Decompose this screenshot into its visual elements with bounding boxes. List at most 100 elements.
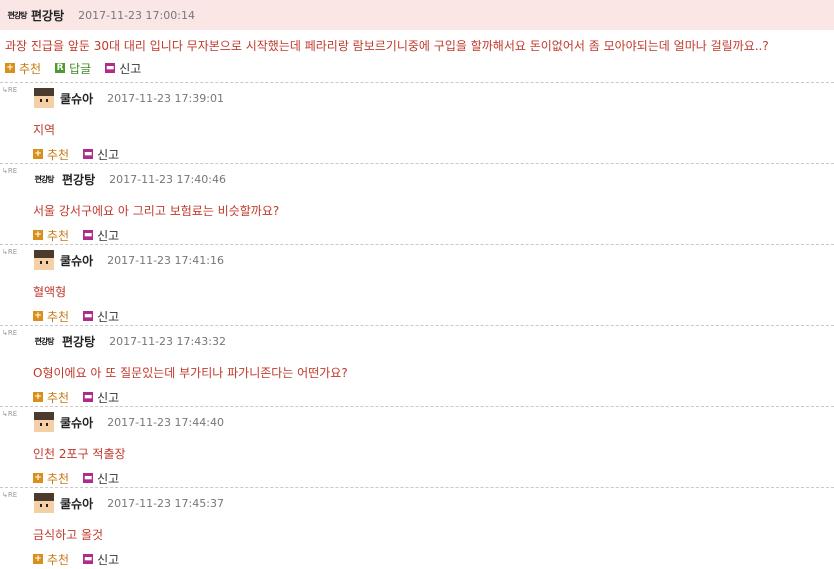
report-label: 신고 <box>97 228 120 243</box>
recommend-button[interactable]: + 추천 <box>33 389 69 406</box>
comment-time: 2017-11-23 17:41:16 <box>107 253 224 267</box>
comment-header: ↳RE 쿨슈아 2017-11-23 17:39:01 <box>0 86 834 110</box>
comment-author[interactable]: 쿨슈아 <box>60 495 93 512</box>
report-icon: ▬ <box>105 62 116 73</box>
author-logo-icon: 편강탕 <box>7 9 27 20</box>
comment-header: ↳RE 쿨슈아 2017-11-23 17:41:16 <box>0 248 834 272</box>
avatar <box>34 493 54 513</box>
report-button[interactable]: ▬ 신고 <box>105 60 141 77</box>
post: 편강탕 편강탕 2017-11-23 17:00:14 과장 진급을 앞둔 30… <box>0 0 834 78</box>
comment: ↳RE 쿨슈아 2017-11-23 17:41:16 혈액형 + 추천 ▬ 신… <box>0 244 834 325</box>
comment-body: 인천 2포구 적출장 <box>33 447 126 461</box>
plus-icon: + <box>33 310 43 321</box>
comment-header: ↳RE 편강탕 편강탕 2017-11-23 17:40:46 <box>0 167 834 191</box>
report-button[interactable]: ▬ 신고 <box>83 551 119 568</box>
recommend-label: 추천 <box>47 471 70 486</box>
post-time: 2017-11-23 17:00:14 <box>78 8 195 22</box>
post-author[interactable]: 편강탕 <box>31 7 64 24</box>
reply-icon: R <box>55 62 66 73</box>
recommend-label: 추천 <box>47 390 70 405</box>
plus-icon: + <box>33 391 43 402</box>
plus-icon: + <box>33 229 43 240</box>
report-label: 신고 <box>97 390 120 405</box>
plus-icon: + <box>33 553 43 564</box>
comment-actions: + 추천 ▬ 신고 <box>0 306 834 326</box>
report-button[interactable]: ▬ 신고 <box>83 146 119 163</box>
recommend-button[interactable]: + 추천 <box>33 551 69 568</box>
comment-time: 2017-11-23 17:39:01 <box>107 91 224 105</box>
recommend-button[interactable]: + 추천 <box>33 146 69 163</box>
reply-arrow-icon: ↳RE <box>2 248 18 256</box>
avatar <box>34 412 54 432</box>
report-label: 신고 <box>97 471 120 486</box>
plus-icon: + <box>33 148 43 159</box>
report-icon: ▬ <box>83 472 94 483</box>
comment-actions: + 추천 ▬ 신고 <box>0 225 834 245</box>
post-actions: + 추천 R 답글 ▬ 신고 <box>0 58 834 78</box>
recommend-button[interactable]: + 추천 <box>33 308 69 325</box>
comment-actions: + 추천 ▬ 신고 <box>0 468 834 488</box>
comment: ↳RE 쿨슈아 2017-11-23 17:45:37 금식하고 올것 + 추천… <box>0 487 834 568</box>
report-icon: ▬ <box>83 391 94 402</box>
comment: ↳RE 쿨슈아 2017-11-23 17:39:01 지역 + 추천 ▬ 신고 <box>0 82 834 163</box>
comment-body: 서울 강서구에요 아 그리고 보험료는 비슷할까요? <box>33 204 280 218</box>
plus-icon: + <box>33 472 43 483</box>
comment-author[interactable]: 쿨슈아 <box>60 414 93 431</box>
comment-actions: + 추천 ▬ 신고 <box>0 549 834 569</box>
recommend-label: 추천 <box>47 552 70 567</box>
recommend-label: 추천 <box>47 228 70 243</box>
comment-body: 금식하고 올것 <box>33 528 104 542</box>
comment-header: ↳RE 쿨슈아 2017-11-23 17:45:37 <box>0 491 834 515</box>
report-button[interactable]: ▬ 신고 <box>83 227 119 244</box>
avatar <box>34 250 54 270</box>
recommend-button[interactable]: + 추천 <box>33 470 69 487</box>
author-logo-icon: 편강탕 <box>34 335 54 346</box>
report-icon: ▬ <box>83 310 94 321</box>
reply-arrow-icon: ↳RE <box>2 167 18 175</box>
reply-arrow-icon: ↳RE <box>2 410 18 418</box>
comment-actions: + 추천 ▬ 신고 <box>0 387 834 407</box>
post-body: 과장 진급을 앞둔 30대 대리 입니다 무자본으로 시작했는데 페라리랑 람보… <box>5 39 769 53</box>
comment-author[interactable]: 편강탕 <box>62 171 95 188</box>
reply-arrow-icon: ↳RE <box>2 86 18 94</box>
report-button[interactable]: ▬ 신고 <box>83 389 119 406</box>
reply-label: 답글 <box>69 61 92 76</box>
report-button[interactable]: ▬ 신고 <box>83 308 119 325</box>
report-icon: ▬ <box>83 553 94 564</box>
report-button[interactable]: ▬ 신고 <box>83 470 119 487</box>
comment-body: 혈액형 <box>33 285 67 299</box>
report-label: 신고 <box>97 147 120 162</box>
reply-arrow-icon: ↳RE <box>2 329 18 337</box>
plus-icon: + <box>5 62 15 73</box>
comment-time: 2017-11-23 17:43:32 <box>109 334 226 348</box>
comment-author[interactable]: 쿨슈아 <box>60 252 93 269</box>
comment-time: 2017-11-23 17:45:37 <box>107 496 224 510</box>
recommend-button[interactable]: + 추천 <box>33 227 69 244</box>
recommend-button[interactable]: + 추천 <box>5 60 41 77</box>
recommend-label: 추천 <box>47 309 70 324</box>
comment-actions: + 추천 ▬ 신고 <box>0 144 834 164</box>
report-label: 신고 <box>97 552 120 567</box>
comment: ↳RE 쿨슈아 2017-11-23 17:44:40 인천 2포구 적출장 +… <box>0 406 834 487</box>
comment-header: ↳RE 편강탕 편강탕 2017-11-23 17:43:32 <box>0 329 834 353</box>
comment-time: 2017-11-23 17:44:40 <box>107 415 224 429</box>
comment-author[interactable]: 편강탕 <box>62 333 95 350</box>
report-icon: ▬ <box>83 229 94 240</box>
reply-arrow-icon: ↳RE <box>2 491 18 499</box>
post-header: 편강탕 편강탕 2017-11-23 17:00:14 <box>0 0 834 30</box>
comment-author[interactable]: 쿨슈아 <box>60 90 93 107</box>
recommend-label: 추천 <box>47 147 70 162</box>
report-label: 신고 <box>97 309 120 324</box>
recommend-label: 추천 <box>19 61 42 76</box>
comment-body: 지역 <box>33 123 56 137</box>
avatar <box>34 88 54 108</box>
comment: ↳RE 편강탕 편강탕 2017-11-23 17:43:32 O형이에요 아 … <box>0 325 834 406</box>
comment-list: ↳RE 쿨슈아 2017-11-23 17:39:01 지역 + 추천 ▬ 신고… <box>0 82 834 568</box>
author-logo-icon: 편강탕 <box>34 173 54 184</box>
report-label: 신고 <box>119 61 142 76</box>
comment-header: ↳RE 쿨슈아 2017-11-23 17:44:40 <box>0 410 834 434</box>
report-icon: ▬ <box>83 148 94 159</box>
comment: ↳RE 편강탕 편강탕 2017-11-23 17:40:46 서울 강서구에요… <box>0 163 834 244</box>
comment-body: O형이에요 아 또 질문있는데 부가티나 파가니존다는 어떤가요? <box>33 366 348 380</box>
reply-button[interactable]: R 답글 <box>55 60 91 77</box>
